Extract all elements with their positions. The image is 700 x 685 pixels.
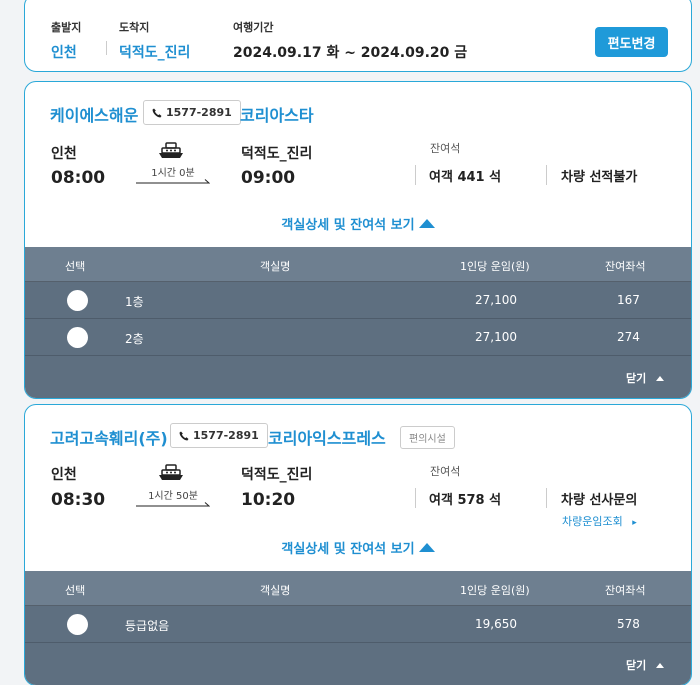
phone-number: 1577-2891 bbox=[193, 429, 259, 442]
col-cabin: 객실명 bbox=[260, 260, 291, 273]
table-footer: 닫기 bbox=[25, 356, 691, 398]
select-radio[interactable] bbox=[67, 614, 88, 635]
table-header: 선택 객실명 1인당 운임(원) 잔여좌석 bbox=[25, 247, 691, 282]
ship-icon bbox=[159, 142, 183, 158]
table-header: 선택 객실명 1인당 운임(원) 잔여좌석 bbox=[25, 571, 691, 606]
triangle-up-icon bbox=[418, 219, 435, 228]
divider bbox=[415, 165, 416, 185]
divider bbox=[415, 488, 416, 508]
remaining-seats: 578 bbox=[617, 617, 640, 631]
departure-time: 08:00 bbox=[51, 168, 106, 188]
departure-label: 출발지 bbox=[51, 21, 82, 34]
summary-divider bbox=[106, 41, 107, 55]
period-label: 여행기간 bbox=[233, 21, 274, 34]
table-footer: 닫기 bbox=[25, 643, 691, 685]
change-oneway-button[interactable]: 편도변경 bbox=[595, 27, 668, 57]
detail-toggle-label: 객실상세 및 잔여석 보기 bbox=[281, 542, 415, 557]
arrival-time: 10:20 bbox=[241, 490, 296, 510]
close-button[interactable]: 닫기 bbox=[626, 657, 665, 673]
destination-port: 덕적도_진리 bbox=[241, 146, 313, 162]
col-seats: 잔여좌석 bbox=[605, 260, 646, 273]
cabin-table: 선택 객실명 1인당 운임(원) 잔여좌석 1층 27,100 167 2층 2… bbox=[25, 247, 691, 398]
select-radio[interactable] bbox=[67, 327, 88, 348]
origin-port: 인천 bbox=[51, 146, 77, 162]
arrival-summary: 도착지 덕적도_진리 bbox=[119, 19, 190, 62]
triangle-up-icon bbox=[418, 543, 435, 552]
origin-port: 인천 bbox=[51, 467, 77, 483]
period-value: 2024.09.17 화 ~ 2024.09.20 금 bbox=[233, 45, 468, 61]
seat-label: 잔여석 bbox=[430, 465, 461, 478]
arrow-right-icon bbox=[136, 179, 210, 184]
vessel-name: 코리아스타 bbox=[240, 106, 314, 125]
departure-value: 인천 bbox=[51, 45, 77, 61]
col-cabin: 객실명 bbox=[260, 584, 291, 597]
sailing-header: 케이에스해운 1577-2891 코리아스타 인천 08:00 1시간 0분 덕… bbox=[25, 82, 691, 247]
departure-summary: 출발지 인천 bbox=[51, 19, 81, 62]
seat-label: 잔여석 bbox=[430, 142, 461, 155]
col-select: 선택 bbox=[65, 584, 86, 597]
triangle-up-icon bbox=[656, 375, 665, 381]
col-fare: 1인당 운임(원) bbox=[460, 584, 530, 597]
sailing-card-1: 케이에스해운 1577-2891 코리아스타 인천 08:00 1시간 0분 덕… bbox=[24, 81, 692, 399]
company-name: 케이에스해운 bbox=[50, 106, 139, 125]
divider bbox=[546, 488, 547, 508]
car-status: 차량 선사문의 bbox=[561, 493, 638, 508]
table-row: 1층 27,100 167 bbox=[25, 282, 691, 319]
phone-number: 1577-2891 bbox=[166, 106, 232, 119]
destination-port: 덕적도_진리 bbox=[241, 467, 313, 483]
close-label: 닫기 bbox=[626, 372, 647, 385]
car-fare-link-label: 차량운임조회 bbox=[562, 515, 623, 528]
col-select: 선택 bbox=[65, 260, 86, 273]
table-row: 2층 27,100 274 bbox=[25, 319, 691, 356]
arrival-value: 덕적도_진리 bbox=[119, 45, 191, 61]
remaining-seats: 167 bbox=[617, 293, 640, 307]
passenger-seat-count: 여객 578 석 bbox=[429, 493, 502, 508]
remaining-seats: 274 bbox=[617, 330, 640, 344]
cabin-name: 1층 bbox=[125, 295, 144, 309]
sailing-header: 고려고속훼리(주) 1577-2891 코리아익스프레스 편의시설 인천 08:… bbox=[25, 405, 691, 571]
fare: 27,100 bbox=[475, 330, 517, 344]
cabin-name: 2층 bbox=[125, 332, 144, 346]
arrow-right-icon bbox=[136, 502, 210, 507]
period-summary: 여행기간 2024.09.17 화 ~ 2024.09.20 금 bbox=[233, 19, 467, 62]
detail-toggle-button[interactable]: 객실상세 및 잔여석 보기 bbox=[25, 214, 691, 233]
divider bbox=[546, 165, 547, 185]
chevron-right-icon: ▸ bbox=[632, 518, 637, 528]
trip-summary: 출발지 인천 도착지 덕적도_진리 여행기간 2024.09.17 화 ~ 20… bbox=[24, 0, 692, 72]
triangle-up-icon bbox=[656, 662, 665, 668]
car-status: 차량 선적불가 bbox=[561, 170, 638, 185]
col-fare: 1인당 운임(원) bbox=[460, 260, 530, 273]
duration: 1시간 0분 bbox=[151, 168, 195, 179]
departure-time: 08:30 bbox=[51, 490, 106, 510]
fare: 19,650 bbox=[475, 617, 517, 631]
company-name: 고려고속훼리(주) bbox=[50, 429, 168, 448]
arrival-label: 도착지 bbox=[119, 21, 150, 34]
cabin-table: 선택 객실명 1인당 운임(원) 잔여좌석 등급없음 19,650 578 닫기 bbox=[25, 571, 691, 685]
phone-button[interactable]: 1577-2891 bbox=[143, 100, 241, 125]
duration: 1시간 50분 bbox=[148, 491, 198, 502]
vessel-name: 코리아익스프레스 bbox=[268, 429, 386, 448]
close-button[interactable]: 닫기 bbox=[626, 370, 665, 386]
phone-icon bbox=[179, 431, 189, 440]
car-fare-link[interactable]: 차량운임조회 ▸ bbox=[562, 513, 637, 529]
select-radio[interactable] bbox=[67, 290, 88, 311]
sailing-card-2: 고려고속훼리(주) 1577-2891 코리아익스프레스 편의시설 인천 08:… bbox=[24, 404, 692, 685]
detail-toggle-button[interactable]: 객실상세 및 잔여석 보기 bbox=[25, 538, 691, 557]
close-label: 닫기 bbox=[626, 659, 647, 672]
col-seats: 잔여좌석 bbox=[605, 584, 646, 597]
detail-toggle-label: 객실상세 및 잔여석 보기 bbox=[281, 218, 415, 233]
cabin-name: 등급없음 bbox=[125, 619, 170, 633]
facility-button[interactable]: 편의시설 bbox=[400, 426, 455, 449]
phone-icon bbox=[152, 108, 162, 117]
arrival-time: 09:00 bbox=[241, 168, 296, 188]
ship-icon bbox=[159, 464, 183, 480]
fare: 27,100 bbox=[475, 293, 517, 307]
table-row: 등급없음 19,650 578 bbox=[25, 606, 691, 643]
phone-button[interactable]: 1577-2891 bbox=[170, 423, 268, 448]
passenger-seat-count: 여객 441 석 bbox=[429, 170, 502, 185]
